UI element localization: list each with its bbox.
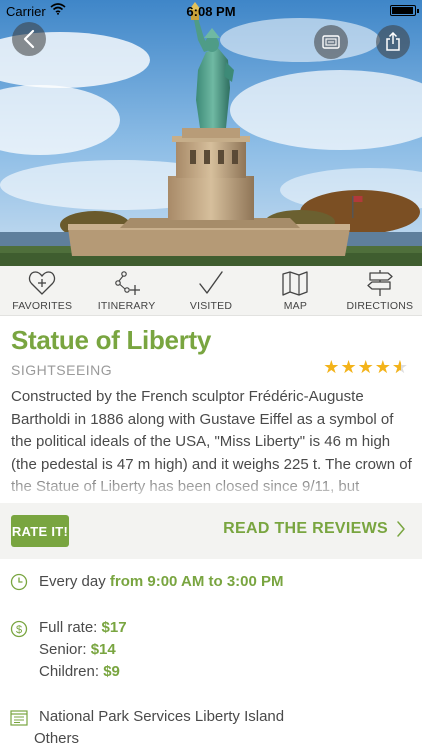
star-icon: ★ — [357, 357, 374, 378]
rate-it-button[interactable]: RATE IT! — [11, 515, 69, 547]
checkmark-icon — [197, 270, 225, 296]
ticket-icon — [322, 35, 340, 49]
hours-value: from 9:00 AM to 3:00 PM — [109, 573, 284, 590]
action-bar: FAVORITES ITINERARY VISITED MAP DIRECTIO… — [0, 266, 422, 316]
favorites-button[interactable]: FAVORITES — [0, 266, 84, 315]
status-bar: Carrier 6:08 PM — [0, 0, 422, 22]
rating-stars: ★ ★ ★ ★ ★ ★ — [323, 359, 408, 377]
venue-type: Others — [34, 730, 80, 747]
visited-label: VISITED — [189, 300, 233, 312]
back-button[interactable] — [12, 22, 46, 56]
price-row-full: Full rate: $17 — [39, 617, 127, 639]
price-label: Children: — [39, 663, 100, 680]
visited-button[interactable]: VISITED — [169, 266, 253, 315]
price-row-children: Children: $9 — [39, 661, 127, 683]
share-button[interactable] — [376, 25, 410, 59]
star-icon: ★ — [340, 357, 357, 378]
map-icon — [281, 270, 309, 296]
map-label: MAP — [283, 300, 308, 312]
place-title: Statue of Liberty — [11, 325, 212, 355]
directions-button[interactable]: DIRECTIONS — [338, 266, 422, 315]
status-time: 6:08 PM — [186, 4, 236, 19]
star-fill: ★ — [391, 359, 401, 377]
hero-image: Carrier 6:08 PM — [0, 0, 422, 266]
price-row-senior: Senior: $14 — [39, 639, 127, 661]
heart-plus-icon — [28, 270, 56, 296]
description-fade — [0, 470, 422, 502]
clock-icon — [10, 573, 28, 591]
read-reviews-label: READ THE REVIEWS — [223, 520, 388, 537]
price-value: $9 — [103, 663, 120, 680]
route-icon — [113, 270, 141, 296]
star-icon: ★ — [374, 357, 391, 378]
hours-prefix: Every day — [39, 573, 106, 590]
ticket-button[interactable] — [314, 25, 348, 59]
directions-label: DIRECTIONS — [346, 300, 414, 312]
favorites-label: FAVORITES — [12, 300, 73, 312]
chevron-left-icon — [23, 29, 35, 49]
rate-bar: RATE IT! READ THE REVIEWS — [0, 503, 422, 559]
price-label: Full rate: — [39, 619, 98, 636]
itinerary-label: ITINERARY — [97, 300, 156, 312]
star-icon: ★ ★ — [391, 357, 408, 378]
place-category: SIGHTSEEING — [11, 362, 113, 378]
price-value: $14 — [90, 641, 116, 658]
svg-text:$: $ — [16, 624, 22, 636]
share-icon — [386, 32, 400, 51]
map-button[interactable]: MAP — [253, 266, 337, 315]
star-icon: ★ — [323, 357, 340, 378]
venue-name: National Park Services Liberty Island — [39, 708, 285, 725]
building-card-icon — [10, 710, 28, 726]
chevron-right-icon — [397, 521, 405, 537]
read-reviews-link[interactable]: READ THE REVIEWS — [223, 520, 406, 538]
price-label: Senior: — [39, 641, 87, 658]
itinerary-button[interactable]: ITINERARY — [84, 266, 168, 315]
signpost-icon — [366, 270, 394, 296]
price-value: $17 — [101, 619, 127, 636]
dollar-icon: $ — [10, 620, 28, 638]
battery-icon — [390, 5, 419, 16]
statue-photo — [0, 0, 422, 266]
